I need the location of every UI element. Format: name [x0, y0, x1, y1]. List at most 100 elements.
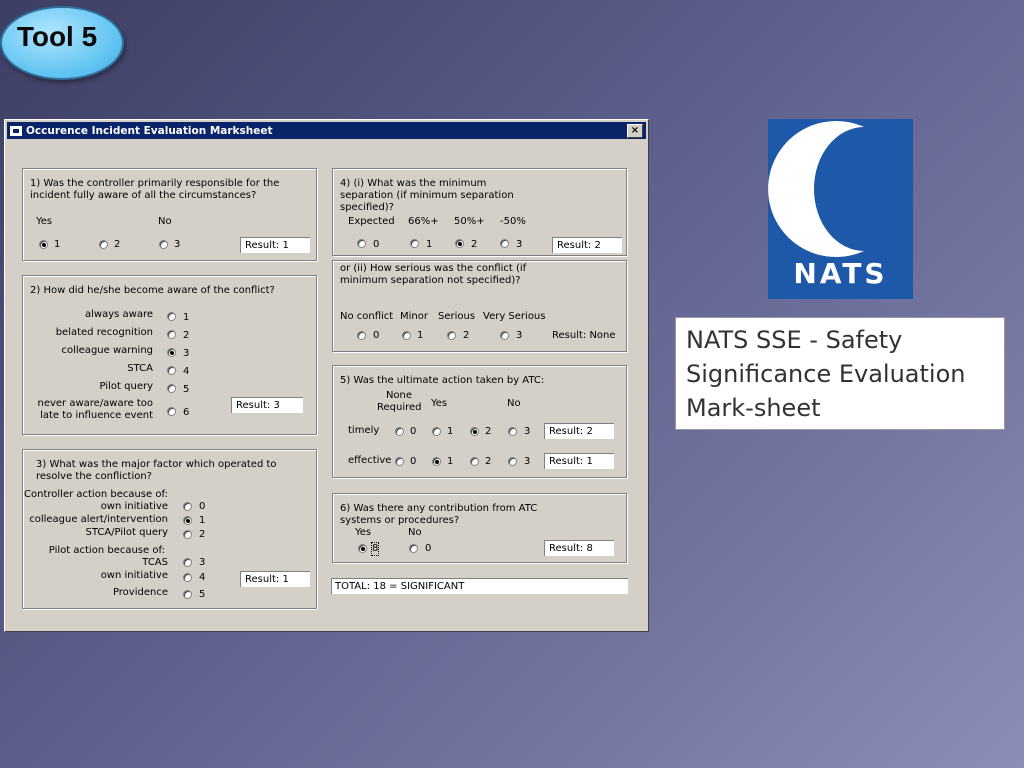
q5-effective-option-1: 1	[447, 456, 454, 467]
q5-timely-radio-3[interactable]	[508, 427, 517, 436]
q4-option-2: 2	[471, 239, 478, 250]
q3-label-3: TCAS	[142, 557, 168, 568]
q4b-header-very-serious: Very Serious	[483, 311, 546, 322]
q1-radio-3[interactable]	[159, 240, 168, 249]
close-button[interactable]: ×	[627, 124, 643, 138]
q5-group: 5) Was the ultimate action taken by ATC:…	[332, 365, 627, 478]
q3-radio-0[interactable]	[183, 502, 192, 511]
tool-badge-label: Tool 5	[16, 21, 98, 52]
q6-header-yes: Yes	[355, 527, 372, 538]
q4b-group: or (ii) How serious was the conflict (if…	[332, 260, 627, 352]
q4-header-minus50: -50%	[500, 216, 526, 227]
q2-radio-6[interactable]	[167, 407, 176, 416]
q4-radio-0[interactable]	[357, 239, 366, 248]
q4-radio-1[interactable]	[410, 239, 419, 248]
q4b-option-2: 2	[463, 330, 470, 341]
q4b-header-serious: Serious	[438, 311, 476, 322]
q2-result: Result: 3	[231, 397, 303, 413]
q4b-radio-2[interactable]	[447, 331, 456, 340]
q4b-option-0: 0	[373, 330, 380, 341]
q5-effective-option-3: 3	[524, 456, 531, 467]
q3-option-4: 4	[199, 572, 206, 583]
window-titlebar[interactable]: Occurence Incident Evaluation Marksheet …	[7, 122, 646, 139]
q5-effective-label: effective	[348, 455, 392, 466]
q3-label-4: own initiative	[100, 570, 168, 581]
q3-option-5: 5	[199, 589, 206, 600]
q4b-radio-3[interactable]	[500, 331, 509, 340]
q2-group: 2) How did he/she become aware of the co…	[22, 275, 317, 435]
caption: NATS SSE - Safety Significance Evaluatio…	[675, 317, 1005, 430]
q5-question: 5) Was the ultimate action taken by ATC:	[340, 375, 545, 386]
q5-timely-radio-0[interactable]	[395, 427, 404, 436]
q5-timely-result: Result: 2	[544, 423, 614, 439]
q2-radio-1[interactable]	[167, 312, 176, 321]
q2-question: 2) How did he/she become aware of the co…	[30, 285, 275, 296]
q4b-result: Result: None	[552, 330, 616, 341]
q1-radio-1[interactable]	[39, 240, 48, 249]
q4-radio-3[interactable]	[500, 239, 509, 248]
q2-radio-5[interactable]	[167, 384, 176, 393]
q3-question: 3) What was the major factor which opera…	[36, 459, 277, 482]
app-icon	[10, 125, 22, 136]
q5-timely-radio-2[interactable]	[470, 427, 479, 436]
q3-option-3: 3	[199, 557, 206, 568]
q6-radio-yes[interactable]	[358, 544, 367, 553]
marksheet-window: Occurence Incident Evaluation Marksheet …	[4, 119, 649, 632]
q6-radio-no[interactable]	[409, 544, 418, 553]
q3-option-0: 0	[199, 501, 206, 512]
q4-question: 4) (i) What was the minimum separation (…	[340, 178, 514, 213]
q5-timely-option-1: 1	[447, 426, 454, 437]
q3-option-2: 2	[199, 529, 206, 540]
q2-label-3: colleague warning	[61, 345, 153, 356]
q4b-header-no-conflict: No conflict	[340, 311, 394, 322]
q4b-radio-0[interactable]	[357, 331, 366, 340]
q4-header-expected: Expected	[348, 216, 395, 227]
q4-radio-2[interactable]	[455, 239, 464, 248]
q3-radio-1[interactable]	[183, 516, 192, 525]
q4-option-1: 1	[426, 239, 433, 250]
nats-logo-text: NATS	[793, 257, 888, 290]
q4b-option-3: 3	[516, 330, 523, 341]
q5-effective-radio-0[interactable]	[395, 457, 404, 466]
q2-option-3: 3	[183, 348, 190, 359]
q5-header-no: No	[507, 398, 521, 409]
q1-header-yes: Yes	[36, 216, 53, 227]
q5-timely-label: timely	[348, 425, 380, 436]
q4b-radio-1[interactable]	[402, 331, 411, 340]
q2-radio-4[interactable]	[167, 366, 176, 375]
q2-option-1: 1	[183, 312, 190, 323]
q2-radio-2[interactable]	[167, 330, 176, 339]
q2-label-4: STCA	[127, 363, 153, 374]
q5-timely-option-3: 3	[524, 426, 531, 437]
q2-radio-3[interactable]	[167, 348, 176, 357]
q3-pilot-heading: Pilot action because of:	[48, 545, 165, 556]
q5-effective-radio-2[interactable]	[470, 457, 479, 466]
q4-group: 4) (i) What was the minimum separation (…	[332, 168, 627, 256]
q6-group: 6) Was there any contribution from ATC s…	[332, 493, 627, 563]
q2-option-2: 2	[183, 330, 190, 341]
q4b-question: or (ii) How serious was the conflict (if…	[340, 263, 527, 286]
q4-option-3: 3	[516, 239, 523, 250]
q4-result: Result: 2	[552, 237, 622, 253]
q4-header-50: 50%+	[454, 216, 485, 227]
q4b-option-1: 1	[417, 330, 424, 341]
q2-option-4: 4	[183, 366, 190, 377]
q4b-header-minor: Minor	[400, 311, 428, 322]
q1-question: 1) Was the controller primarily responsi…	[30, 178, 280, 201]
q3-label-5: Providence	[112, 587, 168, 598]
q3-radio-5[interactable]	[183, 590, 192, 599]
q4-option-0: 0	[373, 239, 380, 250]
q3-radio-3[interactable]	[183, 558, 192, 567]
q5-effective-radio-1[interactable]	[432, 457, 441, 466]
q6-header-no: No	[408, 527, 422, 538]
q3-label-2: STCA/Pilot query	[85, 527, 168, 538]
q1-radio-2[interactable]	[99, 240, 108, 249]
q5-effective-radio-3[interactable]	[508, 457, 517, 466]
q1-group: 1) Was the controller primarily responsi…	[22, 168, 317, 261]
q3-radio-2[interactable]	[183, 530, 192, 539]
q1-option-3: 3	[174, 239, 181, 250]
q1-result: Result: 1	[240, 237, 310, 253]
q3-radio-4[interactable]	[183, 573, 192, 582]
q5-timely-radio-1[interactable]	[432, 427, 441, 436]
q3-option-1: 1	[199, 515, 206, 526]
